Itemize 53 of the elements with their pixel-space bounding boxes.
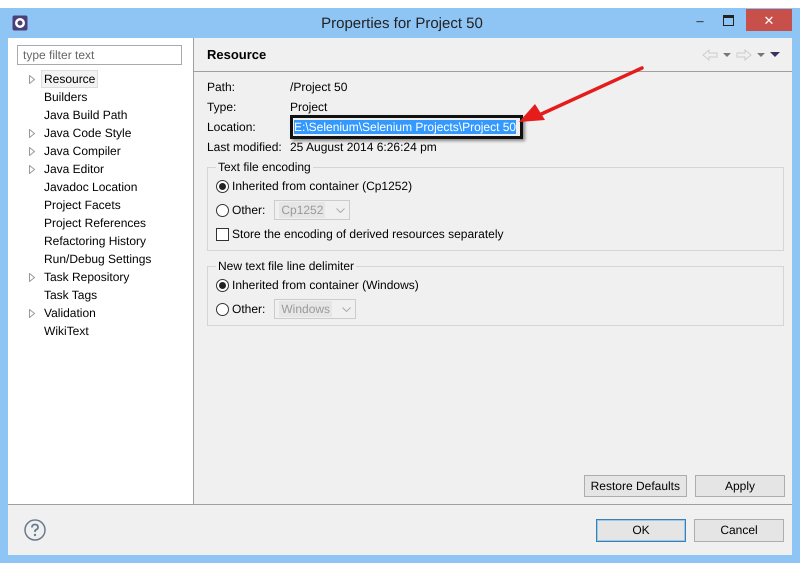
gear-icon [12,15,28,31]
tree-item[interactable]: Resource [41,70,98,88]
page-title: Resource [207,47,266,62]
tree-item[interactable]: Java Code Style [41,124,134,142]
tree-item[interactable]: Run/Debug Settings [41,250,154,268]
field-label: Type: [207,99,236,116]
expand-icon[interactable] [29,74,35,84]
dropdown-icon[interactable] [757,52,765,56]
expand-icon[interactable] [29,164,35,174]
page-button[interactable]: Restore Defaults [584,475,687,497]
field-value: Project [290,100,328,114]
window-title: Properties for Project 50 [320,14,484,32]
field-value: 25 August 2014 6:26:24 pm [290,140,437,154]
tree-item[interactable]: Validation [41,304,99,322]
tree-item[interactable]: Javadoc Location [41,178,140,196]
dialog-button[interactable]: Cancel [694,518,784,542]
tree-item[interactable]: Refactoring History [41,232,150,250]
expand-icon[interactable] [29,308,35,318]
minimize-button[interactable]: – [686,9,714,31]
tree-item[interactable]: Java Build Path [41,106,130,124]
view-menu-icon[interactable] [770,52,780,57]
expand-icon[interactable] [29,128,35,138]
tree-item[interactable]: Java Compiler [41,142,124,160]
tree-item[interactable]: Project Facets [41,196,124,214]
page-button[interactable]: Apply [695,475,785,497]
tree-item[interactable]: WikiText [41,322,92,340]
close-button[interactable]: ✕ [746,9,792,31]
tree-item[interactable]: Project References [41,214,150,232]
filter-field[interactable]: type filter text [17,45,182,65]
option-label: Other: [232,203,266,217]
checkbox[interactable] [216,228,229,240]
dropdown-icon[interactable] [723,52,731,56]
tree-item[interactable]: Task Repository [41,268,132,286]
expand-icon[interactable] [29,146,35,156]
field-label: Location: [207,119,256,136]
dialog-button[interactable]: OK [596,518,686,542]
group-title: Text file encoding [217,160,312,174]
option-label: Inherited from container (Cp1252) [232,179,412,193]
expand-icon[interactable] [29,272,35,282]
option-label: Inherited from container (Windows) [232,278,419,292]
field-label: Path: [207,79,236,96]
tree-item[interactable]: Task Tags [41,286,100,304]
option-label: Other: [232,302,266,316]
radio-button[interactable] [216,278,229,292]
tree-item[interactable]: Java Editor [41,160,108,178]
field-value: /Project 50 [290,80,348,94]
help-icon[interactable] [24,519,46,541]
field-value: E:\Selenium\Selenium Projects\Project 50 [294,120,516,134]
radio-button[interactable] [216,180,229,192]
field-label: Last modified: [207,139,282,156]
group-title: New text file line delimiter [217,259,356,273]
tree-item[interactable]: Builders [41,88,90,106]
checkbox-label: Store the encoding of derived resources separately [232,227,504,241]
